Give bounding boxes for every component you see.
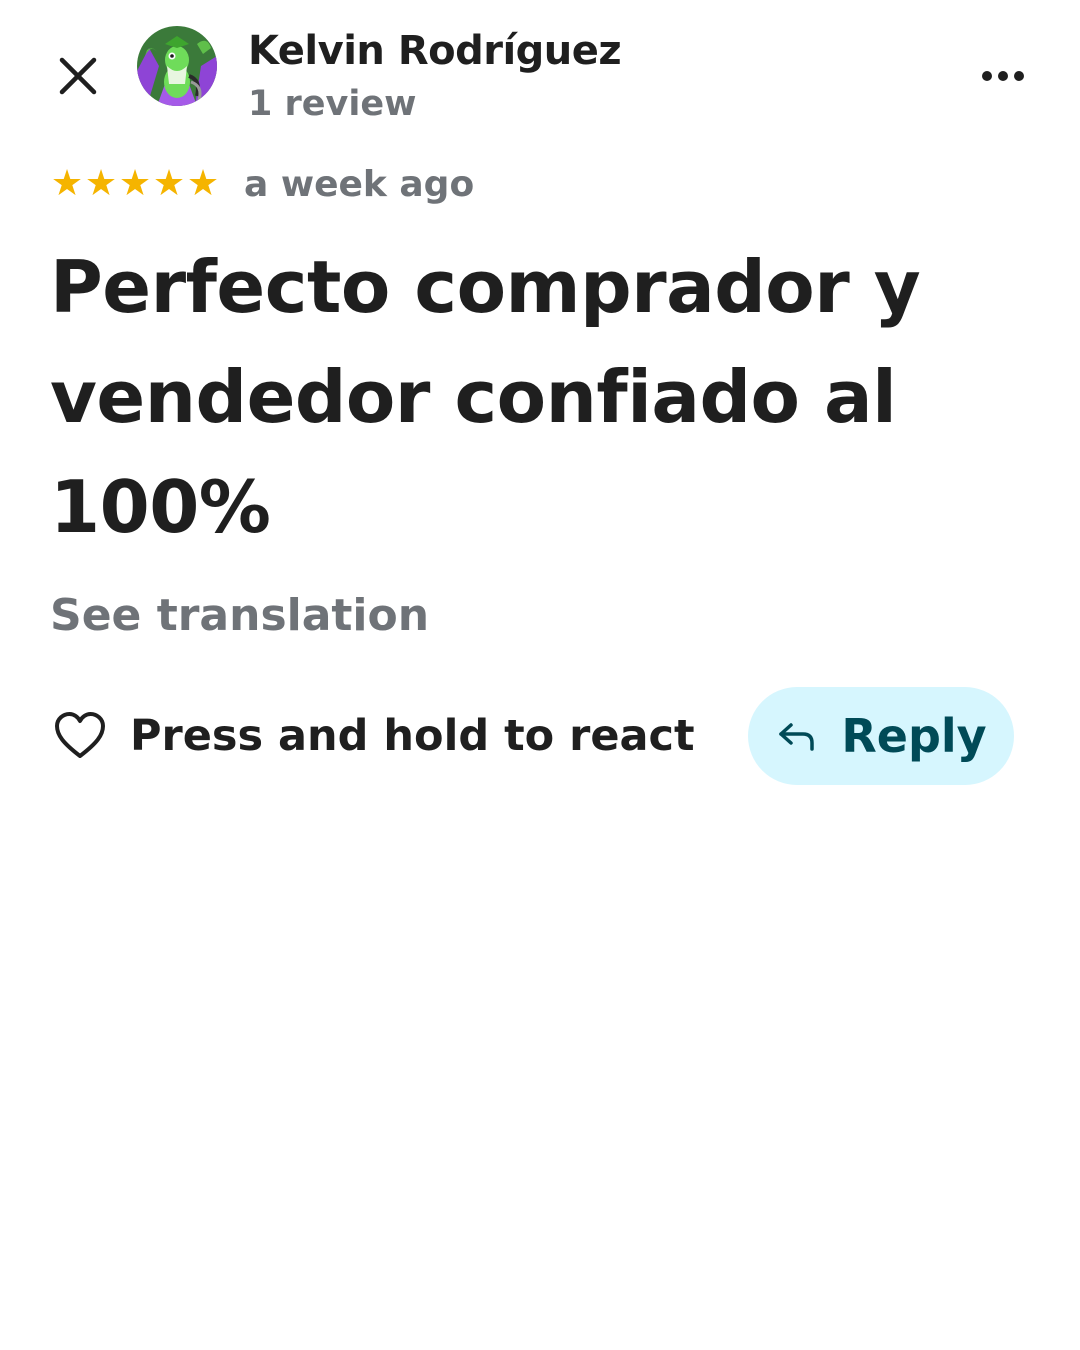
reply-label: Reply — [841, 709, 987, 763]
react-button[interactable]: Press and hold to react — [50, 700, 695, 772]
star-icon: ★ — [84, 163, 118, 204]
see-translation-link[interactable]: See translation — [50, 590, 429, 641]
star-icon: ★ — [152, 163, 186, 204]
author-name[interactable]: Kelvin Rodríguez — [248, 28, 622, 74]
review-text: Perfecto comprador y vendedor confiado a… — [50, 245, 921, 549]
react-label: Press and hold to react — [130, 711, 695, 761]
star-icon: ★ — [186, 163, 220, 204]
close-icon — [58, 56, 98, 100]
reply-arrow-icon — [775, 714, 819, 758]
review-time: a week ago — [244, 163, 475, 205]
more-horizontal-icon — [981, 68, 1025, 87]
review-sheet: Kelvin Rodríguez 1 review ★ ★ ★ ★ ★ a we… — [0, 0, 1080, 1350]
avatar[interactable] — [137, 26, 217, 106]
reply-button[interactable]: Reply — [748, 687, 1014, 785]
star-rating: ★ ★ ★ ★ ★ — [50, 166, 220, 202]
more-options-button[interactable] — [970, 50, 1036, 104]
star-icon: ★ — [50, 163, 84, 204]
author-review-count: 1 review — [248, 84, 417, 124]
rating-row: ★ ★ ★ ★ ★ a week ago — [50, 160, 474, 208]
heart-outline-icon — [50, 706, 110, 766]
star-icon: ★ — [118, 163, 152, 204]
close-button[interactable] — [48, 48, 108, 108]
